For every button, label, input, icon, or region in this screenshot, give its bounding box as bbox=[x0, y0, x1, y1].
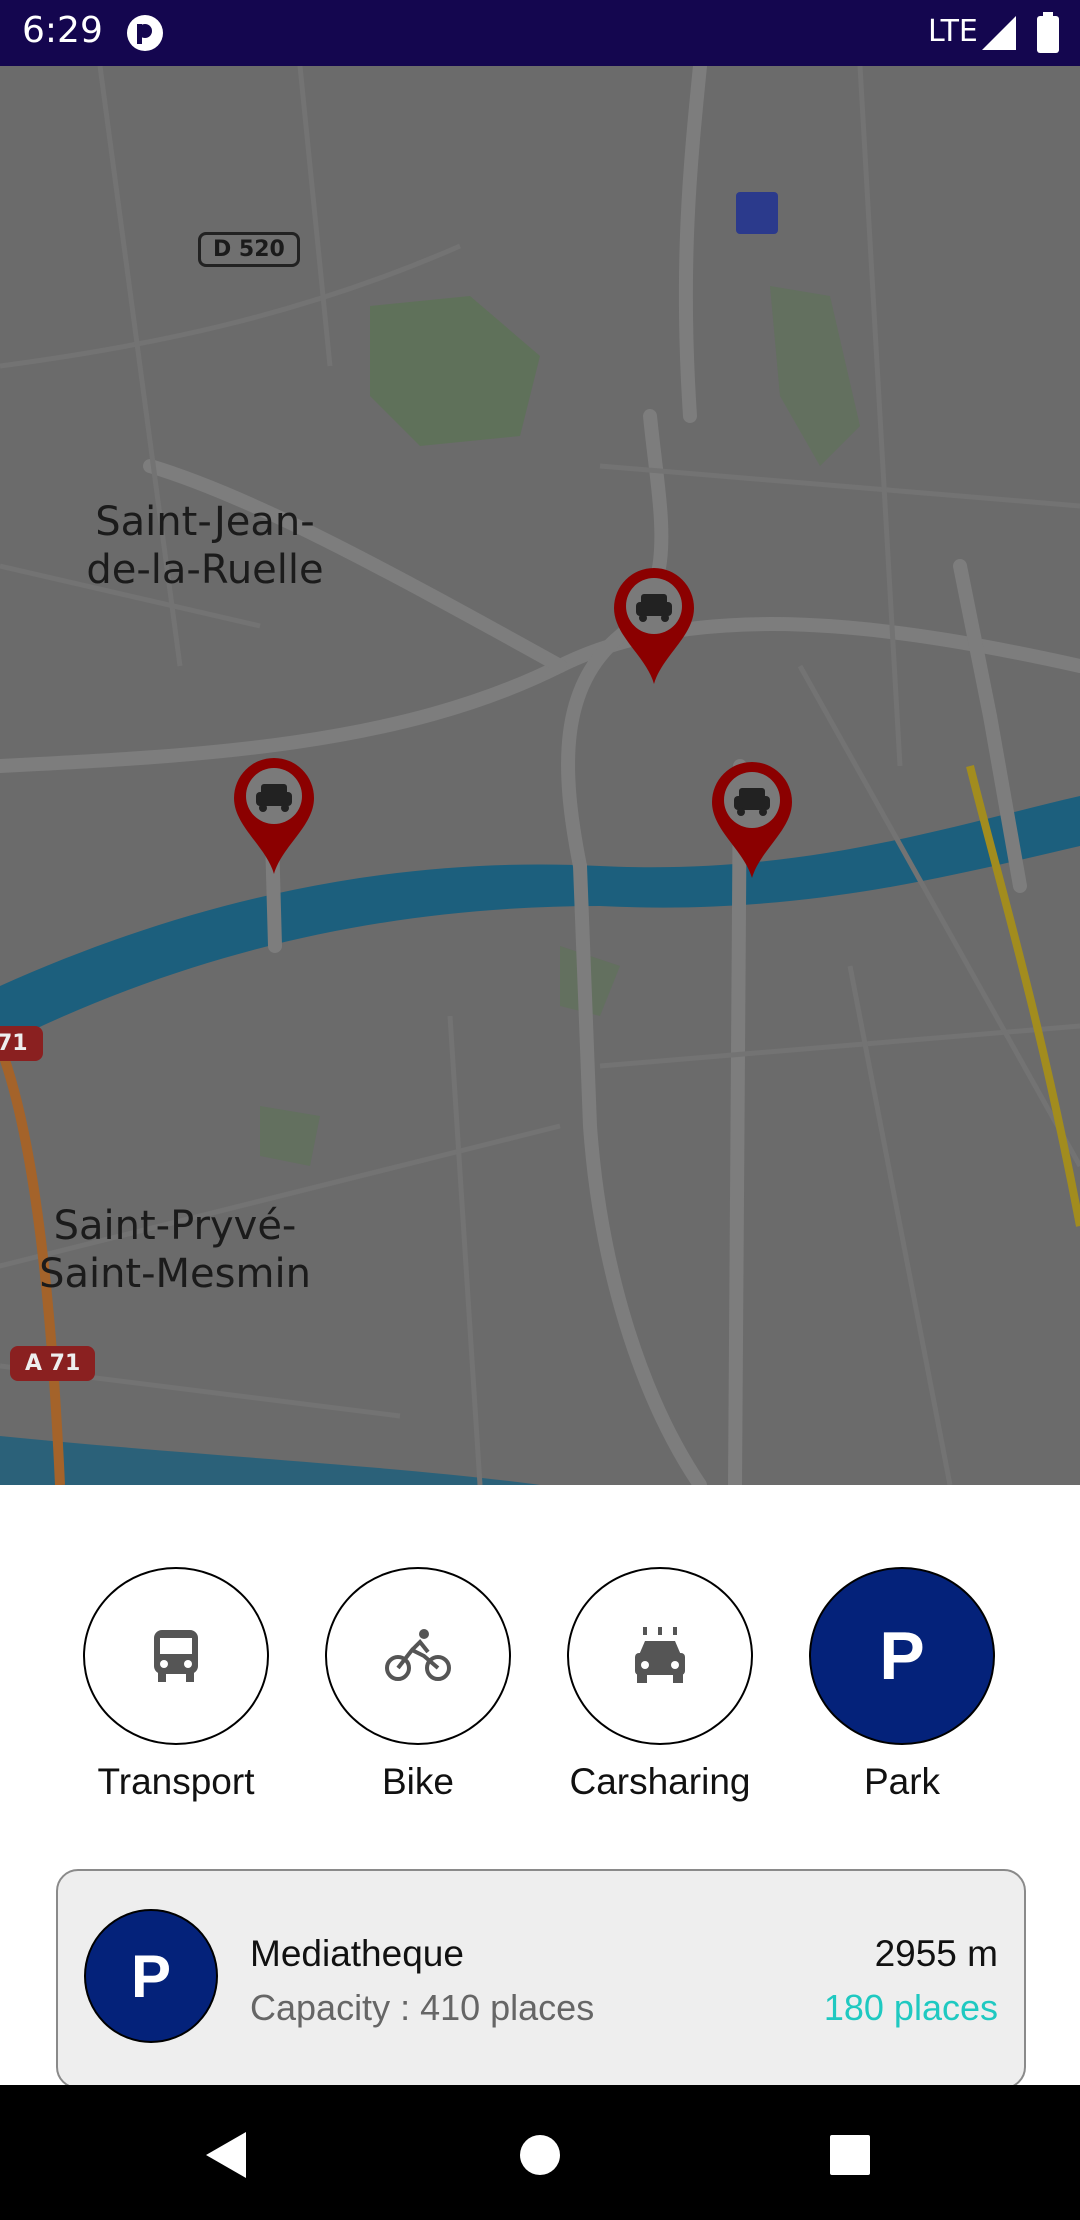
parking-avatar-icon: P bbox=[84, 1909, 218, 2043]
road-shield-a71: A 71 bbox=[10, 1346, 96, 1381]
mode-circle[interactable] bbox=[567, 1567, 753, 1745]
status-time: 6:29 bbox=[22, 10, 103, 51]
mode-label: Carsharing bbox=[569, 1761, 751, 1802]
status-bar: 6:29 LTE bbox=[0, 0, 1080, 66]
recents-button[interactable] bbox=[810, 2115, 890, 2195]
home-button[interactable] bbox=[500, 2115, 580, 2195]
parking-marker[interactable] bbox=[612, 566, 696, 686]
map-view[interactable]: D 520 A 71 71 Saint-Jean- de-la-Ruelle S… bbox=[0, 66, 1080, 1485]
parking-card[interactable]: P Mediatheque Capacity : 410 places 2955… bbox=[56, 1869, 1026, 2089]
app-notification-icon bbox=[126, 14, 164, 52]
mode-label: Transport bbox=[97, 1761, 255, 1802]
place-label-line: Saint-Pryvé- bbox=[53, 1203, 297, 1249]
mode-selector: Transport Bike Carsharing P Park bbox=[0, 1567, 1080, 1827]
mode-carsharing-button[interactable]: Carsharing bbox=[560, 1567, 760, 1803]
mode-circle[interactable] bbox=[83, 1567, 269, 1745]
svg-text:P: P bbox=[879, 1621, 924, 1691]
car-icon bbox=[234, 758, 314, 874]
bottom-sheet: Transport Bike Carsharing P Park P Media… bbox=[0, 1485, 1080, 2089]
mode-circle[interactable]: P bbox=[809, 1567, 995, 1745]
mode-label: Bike bbox=[382, 1761, 454, 1802]
mode-circle[interactable] bbox=[325, 1567, 511, 1745]
car-icon bbox=[712, 762, 792, 878]
back-icon bbox=[206, 2132, 246, 2178]
home-icon bbox=[520, 2135, 560, 2175]
place-label-line: de-la-Ruelle bbox=[86, 547, 324, 593]
recents-icon bbox=[830, 2135, 870, 2175]
mode-label: Park bbox=[863, 1761, 941, 1802]
network-type: LTE bbox=[928, 14, 978, 49]
back-button[interactable] bbox=[186, 2115, 266, 2195]
parking-marker[interactable] bbox=[232, 756, 316, 876]
mode-park-button[interactable]: P Park bbox=[802, 1567, 1002, 1803]
place-label-saint-pryve: Saint-Pryvé- Saint-Mesmin bbox=[20, 1202, 330, 1298]
mode-transport-button[interactable]: Transport bbox=[76, 1567, 276, 1803]
train-station-icon[interactable] bbox=[736, 192, 778, 234]
parking-icon: P bbox=[879, 1621, 924, 1691]
bus-icon bbox=[154, 1630, 198, 1682]
parking-name: Mediatheque bbox=[250, 1933, 464, 1974]
road-shield-a71-partial: 71 bbox=[0, 1026, 43, 1061]
carsharing-icon bbox=[635, 1627, 685, 1683]
parking-capacity: Capacity : 410 places bbox=[250, 1987, 595, 2028]
place-label-line: Saint-Jean- bbox=[95, 499, 315, 545]
parking-distance: 2955 m bbox=[874, 1933, 998, 1974]
system-nav-bar bbox=[0, 2085, 1080, 2220]
place-label-line: Saint-Mesmin bbox=[39, 1251, 311, 1297]
car-icon bbox=[614, 568, 694, 684]
mode-bike-button[interactable]: Bike bbox=[318, 1567, 518, 1803]
road-shield-d520: D 520 bbox=[198, 232, 300, 267]
place-label-saint-jean: Saint-Jean- de-la-Ruelle bbox=[60, 498, 350, 594]
battery-icon bbox=[1036, 12, 1060, 54]
parking-available: 180 places bbox=[823, 1987, 998, 2028]
parking-marker[interactable] bbox=[710, 760, 794, 880]
signal-icon bbox=[980, 14, 1018, 52]
bike-icon bbox=[385, 1629, 451, 1681]
